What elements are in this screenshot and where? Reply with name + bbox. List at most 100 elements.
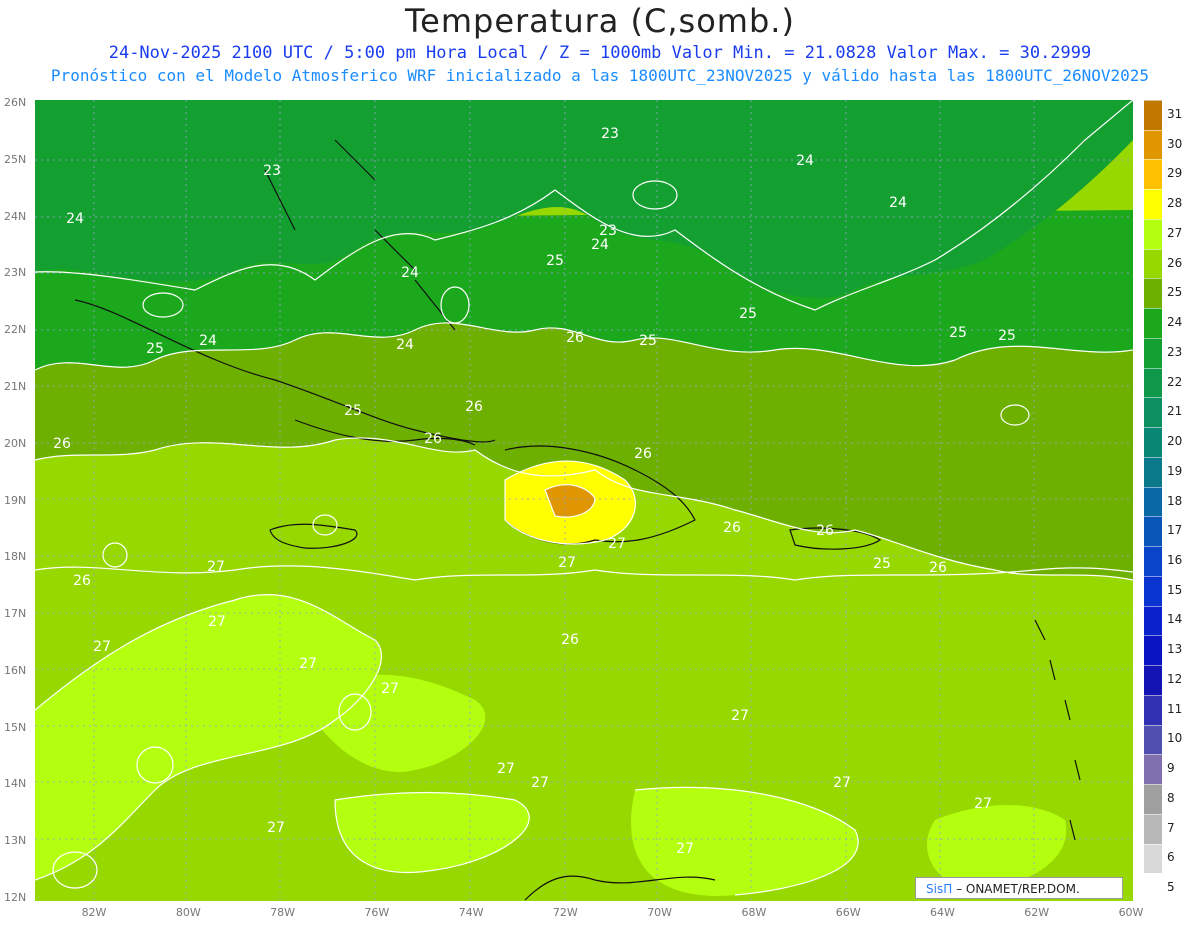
lat-label: 22N [4,323,27,337]
color-scale-label: 20 [1167,434,1183,449]
contour-label: 27 [731,708,749,724]
contour-label: 26 [53,436,71,452]
time-info-line: 24-Nov-2025 2100 UTC / 5:00 pm Hora Loca… [108,43,1092,63]
color-scale-cell [1144,873,1162,904]
contour-label: 25 [146,341,164,357]
color-scale-label: 15 [1167,582,1183,597]
lon-label: 64W [930,906,955,919]
lon-label: 78W [270,906,295,919]
color-scale-label: 26 [1167,255,1183,270]
color-scale-cell [1144,456,1162,488]
contour-label: 24 [199,333,217,349]
color-scale-label: 7 [1167,820,1175,835]
lat-label: 15N [4,720,27,734]
contour-label: 26 [816,523,834,539]
lat-label: 26N [4,96,27,109]
contour-label: 23 [263,163,281,179]
color-scale-label: 29 [1167,166,1183,181]
contour-label: 25 [546,253,564,269]
lat-label: 16N [4,663,27,677]
color-scale-cell [1144,337,1162,369]
temperature-map: 2324232424232425242525 2526 2524 2425262526… [35,100,1133,901]
color-scale-cell [1144,486,1162,518]
contour-label: 25 [998,328,1016,344]
contour-label: 25 [949,325,967,341]
color-scale-label: 23 [1167,344,1183,359]
color-scale-cell [1144,100,1162,131]
lon-label: 66W [835,906,861,919]
color-scale-label: 16 [1167,552,1183,567]
contour-label: 26 [561,632,579,648]
lat-label: 23N [4,266,27,280]
color-scale-cell [1144,218,1162,250]
contour-label: 24 [889,195,907,211]
contour-label: 26 [424,431,442,447]
contour-label: 27 [208,614,226,630]
lon-label: 80W [175,906,201,919]
contour-label: 27 [974,796,992,812]
lat-label: 24N [4,209,27,223]
contour-label: 27 [207,559,225,575]
contour-label: 24 [396,337,414,353]
color-scale-label: 30 [1167,136,1183,151]
color-scale-cell [1144,129,1162,161]
color-scale-cell [1144,397,1162,429]
contour-label: 25 [344,403,362,419]
chart-title: Temperatura (C,somb.) [405,2,795,40]
color-scale-label: 27 [1167,225,1183,240]
contour-label: 27 [608,536,626,552]
color-scale-label: 19 [1167,463,1183,478]
color-scale-label: 12 [1167,671,1183,686]
contour-label: 26 [465,399,483,415]
contour-label: 27 [299,656,317,672]
color-scale-cell [1144,724,1162,756]
lon-label: 72W [552,906,578,919]
color-scale-cell [1144,754,1162,786]
color-scale-cell [1144,605,1162,637]
color-scale-label: 13 [1167,642,1183,657]
contour-label: 24 [66,211,84,227]
lon-label: 60W [1118,906,1144,919]
contour-label: 27 [381,681,399,697]
color-scale-label: 24 [1167,315,1183,330]
lon-label: 68W [741,906,767,919]
color-scale-bar [1144,100,1162,904]
lat-label: 12N [4,891,27,904]
color-scale-cell [1144,575,1162,607]
contour-label: 27 [531,775,549,791]
color-scale-label: 14 [1167,612,1183,627]
color-scale-cell [1144,367,1162,399]
color-scale-label: 31 [1167,106,1183,121]
contour-label: 25 [639,333,657,349]
model-info-line: Pronóstico con el Modelo Atmosferico WRF… [50,66,1150,85]
credit-box: SisΠ – ONAMET/REP.DOM. [915,877,1123,899]
color-scale-label: 6 [1167,850,1175,865]
color-scale-cell [1144,665,1162,696]
lon-label: 62W [1024,906,1050,919]
contour-label: 25 [873,556,891,572]
contour-label: 26 [566,330,584,346]
contour-label: 27 [558,555,576,571]
color-scale-cell [1144,813,1162,845]
color-scale-label: 28 [1167,196,1183,211]
lat-label: 25N [4,152,27,166]
contour-label: 24 [401,265,419,281]
lat-label: 18N [4,550,27,564]
contour-label: 27 [676,841,694,857]
color-scale-cell [1144,784,1162,815]
lon-label: 82W [81,906,107,919]
lat-label: 14N [4,777,27,791]
color-scale-cell [1144,248,1162,280]
color-scale-label: 8 [1167,790,1175,805]
color-scale-cell [1144,635,1162,667]
color-scale-label: 21 [1167,404,1183,419]
color-scale-cell [1144,189,1162,220]
color-scale-cell [1144,278,1162,310]
color-scale-label: 11 [1167,701,1183,716]
contour-label: 26 [929,560,947,576]
contour-label: 26 [723,520,741,536]
contour-label: 27 [497,761,515,777]
contour-label: 27 [833,775,851,791]
lon-label: 74W [458,906,484,919]
color-scale-cell [1144,159,1162,191]
